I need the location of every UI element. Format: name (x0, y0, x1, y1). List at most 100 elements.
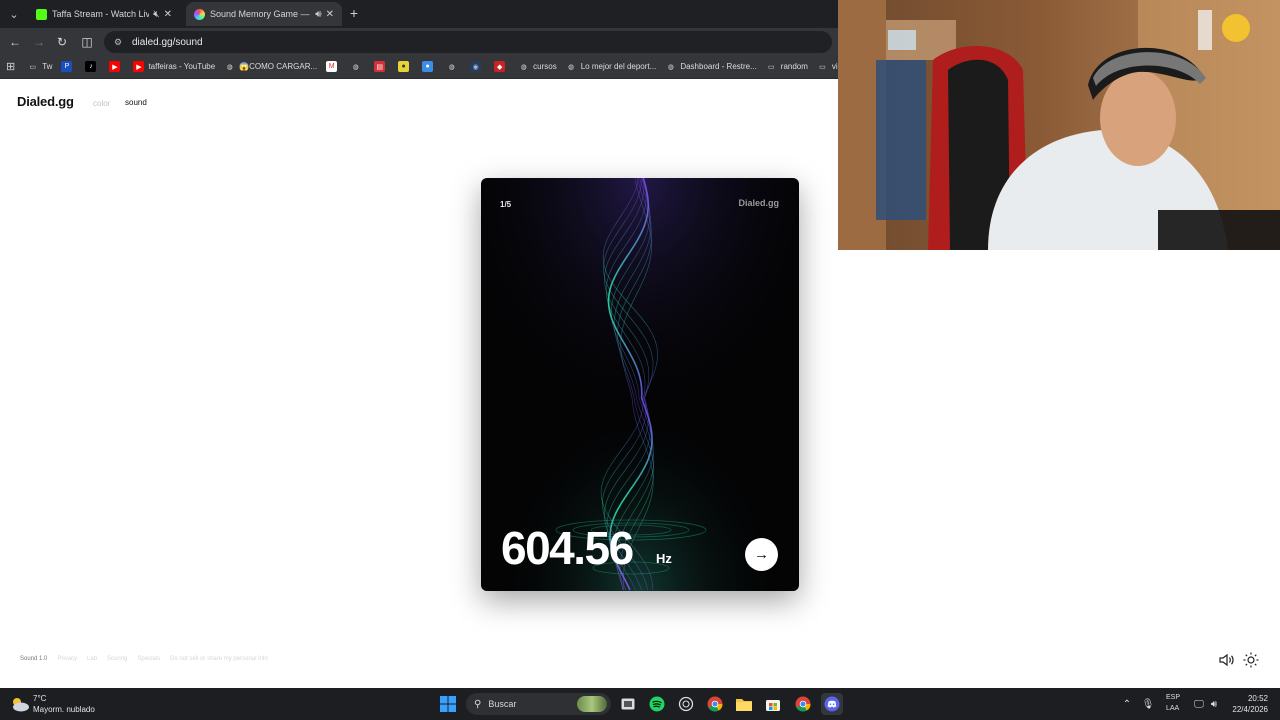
tab-strip: ⌄ Taffa Stream - Watch Live o 🔇︎ ✕ Sound… (0, 0, 838, 28)
url-text: dialed.gg/sound (132, 36, 203, 48)
chrome-profile-icon[interactable] (792, 693, 814, 715)
weather-condition[interactable]: Mayorm. nublado (33, 705, 95, 714)
bookmark-item[interactable]: ▭ vi (817, 61, 838, 72)
bookmark-item[interactable]: ◍ (446, 61, 461, 72)
webcam-overlay (838, 0, 1280, 250)
bookmark-item[interactable]: ♪ (85, 61, 100, 72)
globe-icon: ◍ (352, 63, 359, 71)
spotify-icon[interactable] (646, 693, 668, 715)
close-tab-icon[interactable]: ✕ (326, 9, 334, 20)
nav-link-sound[interactable]: sound (125, 98, 147, 107)
back-arrow-icon[interactable]: ← (6, 33, 24, 51)
footer-link-scoring[interactable]: Scoring (107, 656, 127, 662)
folder-icon: ▭ (767, 63, 775, 71)
footer-version: Sound 1.0 (20, 656, 48, 662)
sound-card: 1/5 Dialed.gg 604.56 Hz → (481, 178, 799, 591)
dark-app-icon: ◉ (470, 61, 482, 72)
globe-icon: ◍ (226, 63, 233, 71)
bookmark-item[interactable]: ▤ (374, 61, 389, 72)
folder-icon: ▭ (819, 63, 826, 71)
side-panel-icon[interactable]: ◫ (78, 33, 96, 51)
globe-icon: ◍ (520, 63, 527, 71)
dialed-favicon-icon (194, 8, 205, 20)
folder-icon: ▭ (29, 63, 37, 71)
bookmarks-bar: ⊞ ▭ Tw P ♪ ▶ ▶ taffeiras - YouTube ◍ 😱COMO CARGA… (0, 55, 838, 79)
tab-title: Taffa Stream - Watch Live o (52, 9, 150, 19)
reload-icon[interactable]: ↻ (53, 33, 71, 51)
clock-time[interactable]: 20:52 (1246, 694, 1268, 703)
tab-taffa-stream[interactable]: Taffa Stream - Watch Live o 🔇︎ ✕ (28, 2, 180, 26)
tab-title: Sound Memory Game — Hc (210, 9, 311, 19)
yellow-app-icon: ● (398, 61, 410, 72)
blue-app-icon: ● (422, 61, 434, 72)
input-language[interactable]: ESP (1166, 694, 1180, 701)
bookmark-item[interactable]: ▭ Tw (27, 61, 52, 72)
address-bar[interactable]: ⚙ dialed.gg/sound (104, 31, 832, 53)
clock-date[interactable]: 22/4/2026 (1228, 705, 1268, 714)
bookmark-item[interactable]: ◍ 😱COMO CARGAR... (224, 61, 318, 72)
bookmark-item[interactable]: ▶ taffeiras - YouTube (133, 61, 215, 72)
bookmark-label: 😱COMO CARGAR... (239, 62, 318, 71)
paypal-icon: P (61, 61, 73, 72)
bookmark-item[interactable]: P (61, 61, 76, 72)
task-view-icon[interactable] (617, 693, 639, 715)
microsoft-store-icon[interactable] (762, 693, 784, 715)
site-logo[interactable]: Dialed.gg (17, 94, 74, 109)
bookmark-item[interactable]: ◆ (494, 61, 509, 72)
input-layout[interactable]: LAA (1166, 705, 1179, 712)
gmail-icon: M (326, 61, 338, 72)
windows-start-icon[interactable] (437, 693, 459, 715)
speaker-icon[interactable] (1219, 652, 1235, 668)
close-tab-icon[interactable]: ✕ (164, 9, 172, 20)
new-tab-plus-icon[interactable]: + (345, 4, 363, 22)
globe-icon: ◍ (667, 63, 674, 71)
bookmark-label: Lo mejor del deport... (580, 62, 657, 71)
apps-grid-icon[interactable]: ⊞ (6, 60, 15, 73)
chrome-icon[interactable] (704, 693, 726, 715)
bookmark-item[interactable]: ▶ (109, 61, 124, 72)
volume-icon[interactable]: 🔊︎ (1203, 693, 1225, 715)
muted-speaker-icon[interactable]: 🔇︎ (153, 9, 159, 20)
windows-taskbar: 7°C Mayorm. nublado ⚲ Buscar ⌃ 🎙︎ ESP LA… (0, 688, 1280, 720)
search-icon: ⚲ (474, 698, 482, 710)
bookmark-item[interactable]: ◍ (350, 61, 365, 72)
tab-sound-memory-game[interactable]: Sound Memory Game — Hc 🔊︎ ✕ (186, 2, 342, 26)
nav-link-color[interactable]: color (93, 99, 110, 108)
youtube-icon: ▶ (133, 61, 145, 72)
cloudy-weather-icon[interactable] (10, 696, 30, 712)
forward-arrow-icon[interactable]: → (30, 33, 48, 51)
bookmark-item[interactable]: ● (422, 61, 437, 72)
card-brand: Dialed.gg (738, 198, 779, 208)
red-app-icon: ▤ (374, 61, 386, 72)
file-explorer-icon[interactable] (733, 693, 755, 715)
frequency-unit: Hz (656, 551, 672, 566)
bookmark-item[interactable]: ◍ Dashboard - Restre... (665, 61, 757, 72)
bookmark-item[interactable]: ◍ cursos (518, 61, 557, 72)
bookmark-item[interactable]: ● (398, 61, 413, 72)
bookmark-item[interactable]: ◍ Lo mejor del deport... (566, 61, 657, 72)
sun-icon[interactable] (1243, 652, 1259, 668)
weather-temperature[interactable]: 7°C (33, 694, 46, 703)
chevron-up-icon[interactable]: ⌃ (1116, 693, 1138, 715)
discord-icon[interactable] (821, 693, 843, 715)
audio-playing-icon[interactable]: 🔊︎ (315, 9, 321, 20)
taskbar-search-box[interactable]: ⚲ Buscar (466, 693, 611, 715)
footer-link-specials[interactable]: Specials (137, 656, 160, 662)
footer-link-privacy[interactable]: Privacy (57, 656, 77, 662)
tab-search-chevron-icon[interactable]: ⌄ (4, 4, 24, 24)
bookmark-label: Tw (42, 62, 53, 71)
bookmark-item[interactable]: ▭ random (766, 61, 808, 72)
footer-link-lab[interactable]: Lab (87, 656, 97, 662)
chatgpt-icon[interactable] (675, 693, 697, 715)
next-button[interactable]: → (745, 538, 778, 571)
webcam-streamer-image (838, 0, 1280, 250)
bookmark-item[interactable]: ◉ (470, 61, 485, 72)
site-info-icon[interactable]: ⚙ (112, 36, 124, 48)
youtube-icon: ▶ (109, 61, 121, 72)
footer-link-do-not-sell[interactable]: Do not sell or share my personal info (170, 656, 268, 662)
bookmark-label: Dashboard - Restre... (680, 62, 757, 71)
microphone-icon[interactable]: 🎙︎ (1137, 693, 1159, 715)
frequency-value: 604.56 (501, 522, 634, 574)
bookmark-item[interactable]: M (326, 61, 341, 72)
page-footer: Sound 1.0 Privacy Lab Scoring Specials D… (20, 656, 268, 662)
